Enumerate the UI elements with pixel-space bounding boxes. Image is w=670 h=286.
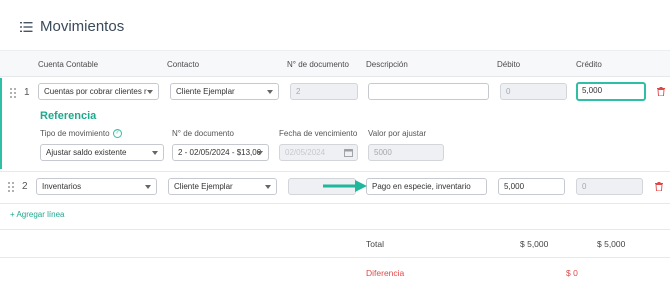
contacto-select[interactable]: Cliente Ejemplar <box>168 178 277 195</box>
tipo-movimiento-label: Tipo de movimiento? <box>40 129 122 139</box>
descripcion-input[interactable] <box>368 83 489 100</box>
trash-icon[interactable] <box>657 87 665 96</box>
descripcion-input[interactable]: Pago en especie, inventario <box>366 178 487 195</box>
tipo-movimiento-value: Ajustar saldo existente <box>46 148 127 157</box>
diferencia-label: Diferencia <box>366 268 405 278</box>
cuenta-select[interactable]: Cuentas por cobrar clientes r <box>38 83 159 100</box>
header-debito: Débito <box>497 60 521 69</box>
list-icon <box>20 21 33 32</box>
documento-value: 2 <box>296 87 301 96</box>
descripcion-value: Pago en especie, inventario <box>372 182 471 191</box>
fecha-vencimiento-label: Fecha de vencimiento <box>279 129 358 138</box>
row-divider <box>0 203 670 204</box>
documento-field: 2 <box>290 83 358 100</box>
row-number: 1 <box>24 87 30 98</box>
cuenta-select[interactable]: Inventarios <box>36 178 157 195</box>
ref-documento-select[interactable]: 2 - 02/05/2024 - $13,00 <box>172 144 269 161</box>
cuenta-value: Inventarios <box>42 182 82 191</box>
total-credito: $ 5,000 <box>597 239 626 249</box>
help-icon[interactable]: ? <box>112 129 122 139</box>
drag-handle-icon[interactable] <box>10 88 16 98</box>
credito-value: 5,000 <box>582 86 603 95</box>
diferencia-value: $ 0 <box>566 268 578 278</box>
total-debito: $ 5,000 <box>520 239 549 249</box>
ref-documento-value: 2 - 02/05/2024 - $13,00 <box>178 148 262 157</box>
fecha-vencimiento-field: 02/05/2024 <box>279 144 358 161</box>
ref-documento-label: N° de documento <box>172 129 234 138</box>
total-label: Total <box>366 239 384 249</box>
debito-input[interactable]: 5,000 <box>498 178 565 195</box>
tipo-movimiento-select[interactable]: Ajustar saldo existente <box>40 144 164 161</box>
row-divider <box>0 171 670 172</box>
contacto-value: Cliente Ejemplar <box>174 182 233 191</box>
arrow-annotation-icon <box>323 180 367 192</box>
chevron-down-icon <box>147 90 153 94</box>
drag-handle-icon[interactable] <box>8 182 14 192</box>
credito-field: 0 <box>576 178 643 195</box>
page-title-text: Movimientos <box>40 18 125 35</box>
referencia-title: Referencia <box>40 110 97 122</box>
chevron-down-icon <box>257 151 263 155</box>
header-descripcion: Descripción <box>366 60 408 69</box>
totals-divider <box>0 229 670 230</box>
valor-ajustar-value: 5000 <box>374 148 392 157</box>
contacto-value: Cliente Ejemplar <box>176 87 235 96</box>
credito-input[interactable]: 5,000 <box>576 82 646 101</box>
header-cuenta: Cuenta Contable <box>38 60 99 69</box>
header-credito: Crédito <box>576 60 602 69</box>
debito-value: 0 <box>506 87 511 96</box>
cuenta-value: Cuentas por cobrar clientes r <box>44 87 147 96</box>
page-title: Movimientos <box>20 18 124 35</box>
chevron-down-icon <box>267 90 273 94</box>
valor-ajustar-field: 5000 <box>368 144 444 161</box>
contacto-select[interactable]: Cliente Ejemplar <box>170 83 279 100</box>
totals-divider <box>0 257 670 258</box>
chevron-down-icon <box>145 185 151 189</box>
chevron-down-icon <box>265 185 271 189</box>
calendar-icon <box>344 149 353 157</box>
header-documento: N° de documento <box>287 60 349 69</box>
tipo-movimiento-label-text: Tipo de movimiento <box>40 129 110 138</box>
credito-value: 0 <box>582 182 587 191</box>
add-line-button[interactable]: + Agregar línea <box>10 210 64 219</box>
valor-ajustar-label: Valor por ajustar <box>368 129 427 138</box>
table-header: Cuenta Contable Contacto N° de documento… <box>0 50 670 77</box>
debito-value: 5,000 <box>504 182 525 191</box>
debito-field: 0 <box>500 83 567 100</box>
row-number: 2 <box>22 181 28 192</box>
fecha-vencimiento-value: 02/05/2024 <box>285 148 326 157</box>
header-contacto: Contacto <box>167 60 200 69</box>
trash-icon[interactable] <box>655 182 663 191</box>
chevron-down-icon <box>152 151 158 155</box>
